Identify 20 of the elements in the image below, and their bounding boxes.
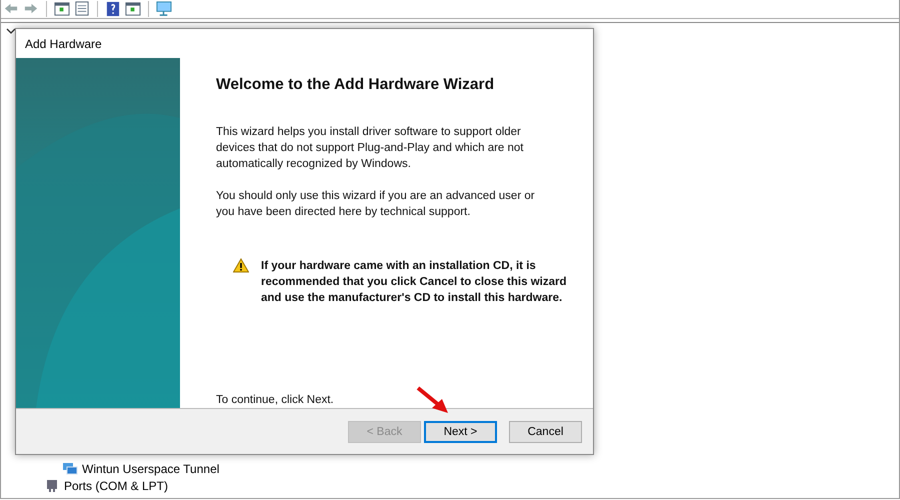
chevron-icon[interactable] <box>6 28 16 34</box>
annotation-arrow <box>416 386 450 414</box>
next-button[interactable]: Next > <box>424 420 497 442</box>
instruction-text: To continue, click Next. <box>216 394 335 406</box>
monitor-icon[interactable] <box>156 1 172 17</box>
network-adapter-icon <box>62 462 78 476</box>
window-title: Add Hardware <box>25 36 102 50</box>
cancel-button[interactable]: Cancel <box>509 420 582 442</box>
wizard-heading: Welcome to the Add Hardware Wizard <box>216 76 496 94</box>
warning-icon <box>233 258 249 273</box>
tree-item[interactable]: Wintun Userspace Tunnel <box>82 462 220 476</box>
paragraph: You should only use this wizard if you are an advanced user or you have been directed here by technical support. <box>216 189 536 220</box>
paragraph: This wizard helps you install driver software to support older devices that do not support Plug-and-Play and which are not automatically recognized by Windows. <box>216 125 524 172</box>
warning-text: If your hardware came with an installation CD, it is recommended that you click Cancel to close this wizard and use the manufacturer's CD to install this hardware. <box>261 259 568 306</box>
port-icon <box>44 478 60 492</box>
list-icon[interactable] <box>74 1 90 17</box>
tree-item[interactable]: Ports (COM & LPT) <box>64 478 168 492</box>
panel-icon[interactable] <box>54 1 70 17</box>
panel-icon[interactable] <box>125 1 141 17</box>
help-icon[interactable] <box>105 1 121 17</box>
